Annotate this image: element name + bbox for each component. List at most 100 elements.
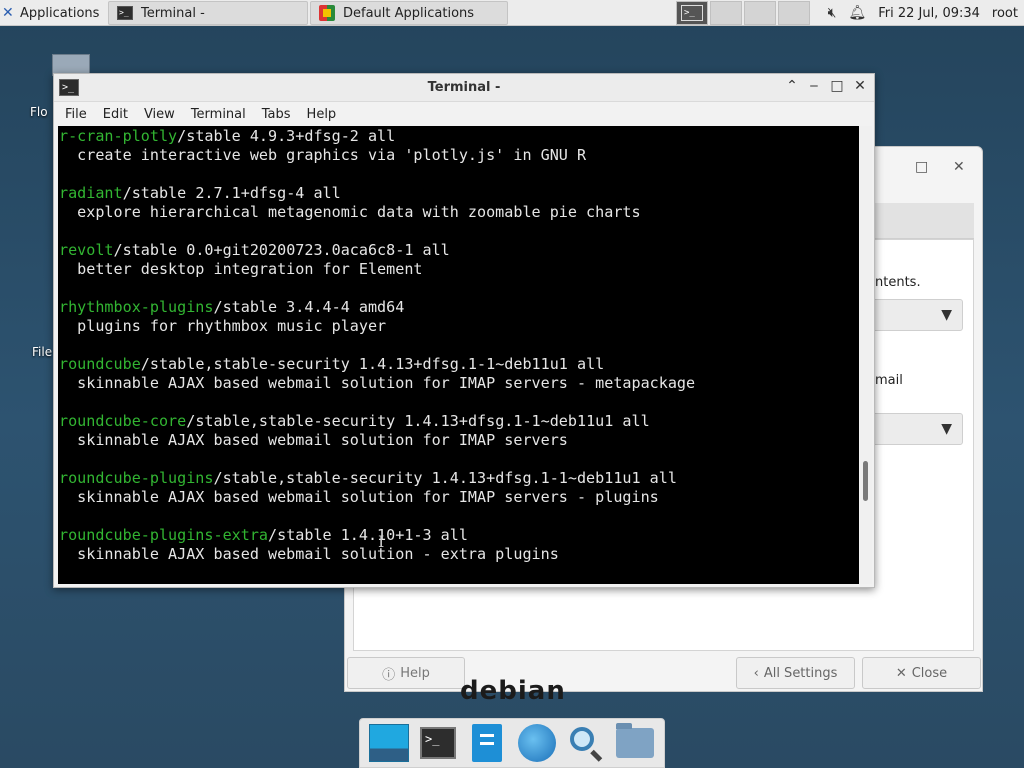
browser-combo[interactable]: ▼ xyxy=(865,299,963,331)
clock[interactable]: Fri 22 Jul, 09:34 xyxy=(878,6,980,21)
terminal-line: roundcube/stable,stable-security 1.4.13+… xyxy=(59,355,695,374)
applications-menu[interactable]: ✕ Applications xyxy=(2,0,99,26)
line-text: /stable,stable-security 1.4.13+dfsg.1-1~… xyxy=(186,412,650,430)
chevron-down-icon: ▼ xyxy=(941,307,952,323)
dock-app-finder[interactable] xyxy=(565,722,607,764)
line-text: create interactive web graphics via 'plo… xyxy=(59,146,587,164)
terminal-line: skinnable AJAX based webmail solution fo… xyxy=(59,374,695,393)
dock-terminal[interactable]: >_ xyxy=(417,722,459,764)
line-text: /stable 3.4.4-4 amd64 xyxy=(213,298,405,316)
terminal-line: better desktop integration for Element xyxy=(59,260,695,279)
menu-tabs[interactable]: Tabs xyxy=(254,107,299,122)
desktop-label-file-system: File xyxy=(32,345,53,359)
shade-icon[interactable]: ⌃ xyxy=(783,78,801,94)
all-settings-label: All Settings xyxy=(763,665,838,681)
package-name: radiant xyxy=(59,184,123,202)
terminal-line: radiant/stable 2.7.1+dfsg-4 all xyxy=(59,184,695,203)
dock-show-desktop[interactable] xyxy=(368,722,410,764)
mail-reader-combo[interactable]: ▼ xyxy=(865,413,963,445)
workspace-1[interactable]: >_ xyxy=(676,1,708,25)
terminal-titlebar[interactable]: >_ Terminal - ⌃ ‒ □ ✕ xyxy=(54,74,874,102)
menu-file[interactable]: File xyxy=(57,107,95,122)
wallpaper-debian-text: debian xyxy=(460,676,566,706)
close-icon[interactable]: ✕ xyxy=(851,78,869,94)
line-text: skinnable AJAX based webmail solution fo… xyxy=(59,431,568,449)
default-applications-icon xyxy=(319,5,335,21)
maximize-icon[interactable]: □ xyxy=(828,78,846,94)
line-text: /stable,stable-security 1.4.13+dfsg.1-1~… xyxy=(213,469,677,487)
line-text: /stable 4.9.3+dfsg-2 all xyxy=(177,127,396,145)
file-manager-icon xyxy=(472,724,503,762)
workspace-4[interactable] xyxy=(778,1,810,25)
top-panel: ✕ Applications >_ Terminal - Default App… xyxy=(0,0,1024,26)
help-icon: ⓘ xyxy=(382,667,396,683)
line-text: skinnable AJAX based webmail solution - … xyxy=(59,545,559,563)
workspace-2[interactable] xyxy=(710,1,742,25)
terminal-line: r-cran-plotly/stable 4.9.3+dfsg-2 all xyxy=(59,127,695,146)
terminal-line: explore hierarchical metagenomic data wi… xyxy=(59,203,695,222)
line-text: skinnable AJAX based webmail solution fo… xyxy=(59,488,659,506)
menu-view[interactable]: View xyxy=(136,107,183,122)
taskbar-terminal[interactable]: >_ Terminal - xyxy=(108,1,308,25)
workspace-3[interactable] xyxy=(744,1,776,25)
close-icon[interactable]: ✕ xyxy=(953,159,965,175)
all-settings-button[interactable]: ‹ All Settings xyxy=(736,657,855,689)
dock-file-manager[interactable] xyxy=(466,722,508,764)
package-name: roundcube xyxy=(59,355,141,373)
line-text: /stable,stable-security 1.4.13+dfsg.1-1~… xyxy=(140,355,605,373)
terminal-line: plugins for rhythmbox music player xyxy=(59,317,695,336)
settings-text-line-2: mail xyxy=(875,373,903,388)
dock-home-folder[interactable] xyxy=(614,722,656,764)
maximize-icon[interactable]: □ xyxy=(915,159,928,175)
terminal-output[interactable]: r-cran-plotly/stable 4.9.3+dfsg-2 all cr… xyxy=(58,126,859,584)
terminal-menubar: File Edit View Terminal Tabs Help xyxy=(54,102,874,126)
menu-help[interactable]: Help xyxy=(299,107,345,122)
package-name: roundcube-plugins xyxy=(59,469,214,487)
terminal-line: skinnable AJAX based webmail solution fo… xyxy=(59,431,695,450)
terminal-line: skinnable AJAX based webmail solution fo… xyxy=(59,488,695,507)
system-tray: 🔇︎ 🔔︎ Fri 22 Jul, 09:34 root xyxy=(828,0,1018,26)
volume-muted-icon[interactable]: 🔇︎ xyxy=(828,5,837,21)
terminal-line: roundcube-plugins/stable,stable-security… xyxy=(59,469,695,488)
workspace-switcher: >_ xyxy=(676,0,810,26)
taskbar-terminal-label: Terminal - xyxy=(141,5,205,21)
package-name: roundcube-core xyxy=(59,412,187,430)
search-icon xyxy=(568,725,604,762)
scrollbar-thumb[interactable] xyxy=(863,461,868,501)
dock-web-browser[interactable] xyxy=(516,722,558,764)
package-name: r-cran-plotly xyxy=(59,127,178,145)
minimize-icon[interactable]: ‒ xyxy=(805,78,823,94)
web-browser-icon xyxy=(517,724,556,762)
close-button[interactable]: ✕ Close xyxy=(862,657,981,689)
terminal-line: roundcube-core/stable,stable-security 1.… xyxy=(59,412,695,431)
notification-bell-icon[interactable]: 🔔︎ xyxy=(848,5,866,21)
taskbar-default-applications[interactable]: Default Applications xyxy=(310,1,508,25)
menu-terminal[interactable]: Terminal xyxy=(183,107,254,122)
terminal-window: >_ Terminal - ⌃ ‒ □ ✕ File Edit View Ter… xyxy=(53,73,875,588)
terminal-line: revolt/stable 0.0+git20200723.0aca6c8-1 … xyxy=(59,241,695,260)
chevron-left-icon: ‹ xyxy=(753,665,759,681)
show-desktop-icon xyxy=(368,724,409,762)
close-button-label: Close xyxy=(911,665,948,681)
line-text: explore hierarchical metagenomic data wi… xyxy=(59,203,641,221)
line-text: skinnable AJAX based webmail solution fo… xyxy=(59,374,696,392)
user-menu[interactable]: root xyxy=(992,6,1018,21)
dock: >_ xyxy=(359,718,665,768)
help-button[interactable]: ⓘ Help xyxy=(347,657,465,689)
taskbar-default-applications-label: Default Applications xyxy=(343,5,475,21)
menu-edit[interactable]: Edit xyxy=(95,107,136,122)
terminal-icon: >_ xyxy=(117,6,133,20)
package-name: revolt xyxy=(59,241,114,259)
settings-text-line-1: ntents. xyxy=(875,275,921,290)
xfce-logo-icon: ✕ xyxy=(2,5,14,21)
chevron-down-icon: ▼ xyxy=(941,421,952,437)
terminal-scrollbar[interactable] xyxy=(860,126,872,584)
package-name: roundcube-plugins-extra xyxy=(59,526,269,544)
terminal-icon: >_ xyxy=(419,727,456,759)
terminal-line: create interactive web graphics via 'plo… xyxy=(59,146,695,165)
